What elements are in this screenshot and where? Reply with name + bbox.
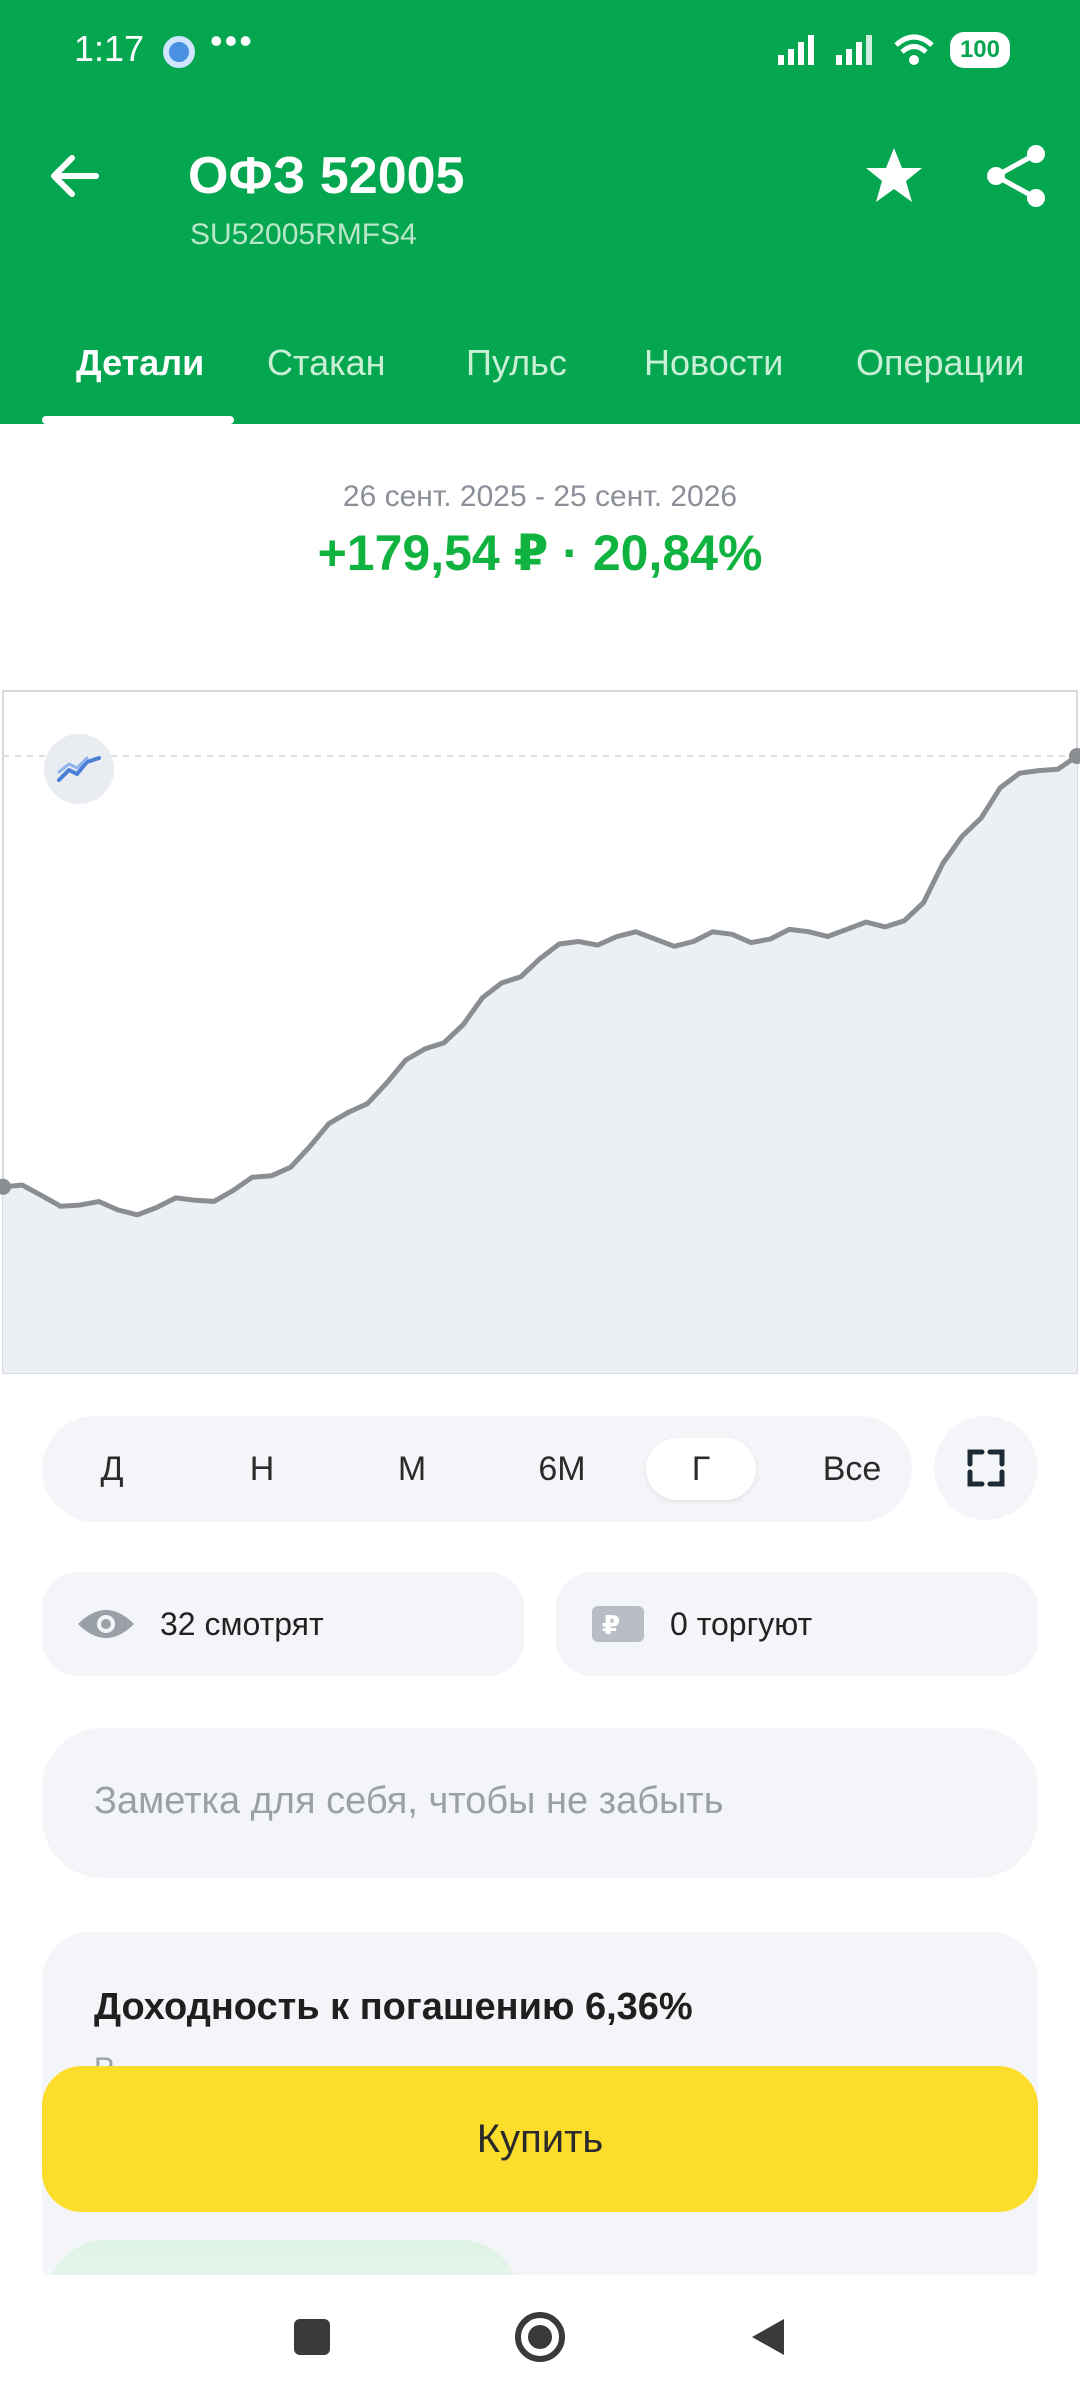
note-placeholder: Заметка для себя, чтобы не забыть: [94, 1780, 724, 1822]
more-notifications-icon: •••: [210, 20, 254, 61]
expand-icon: [967, 1449, 1005, 1487]
app-header: 1:17 ••• 100 ОФЗ 52005 SU52005RMFS4 Дета…: [0, 0, 1080, 424]
price-chart[interactable]: [0, 690, 1080, 1375]
line-chart-icon: [57, 756, 101, 782]
share-button[interactable]: [980, 140, 1052, 212]
signal-icon: [777, 35, 814, 65]
battery-indicator: 100: [949, 32, 1010, 68]
isin-code: SU52005RMFS4: [190, 218, 417, 251]
range-selector: Д Н М 6М Г Все: [42, 1416, 912, 1522]
notification-icon: [163, 36, 195, 68]
range-year[interactable]: Г: [646, 1438, 756, 1500]
tab-pulse[interactable]: Пульс: [466, 342, 567, 384]
system-navigation-bar: [0, 2275, 1080, 2400]
tab-news[interactable]: Новости: [644, 342, 783, 384]
chart-type-button[interactable]: [44, 734, 114, 804]
yield-title: Доходность к погашению 6,36%: [94, 1986, 693, 2028]
back-nav-button[interactable]: [736, 2305, 800, 2369]
range-week[interactable]: Н: [212, 1438, 312, 1500]
tab-orderbook[interactable]: Стакан: [267, 342, 386, 384]
svg-text:₽: ₽: [602, 1611, 620, 1641]
status-bar: 1:17 ••• 100: [0, 0, 1080, 100]
price-change: +179,54 ₽ · 20,84%: [317, 525, 763, 581]
top-bar: ОФЗ 52005 SU52005RMFS4: [0, 120, 1080, 260]
range-month[interactable]: М: [362, 1438, 462, 1500]
trading-count[interactable]: ₽ 0 торгуют: [556, 1572, 1038, 1676]
status-time: 1:17: [74, 28, 145, 69]
watching-label: 32 смотрят: [160, 1605, 324, 1642]
star-icon: [866, 148, 922, 202]
range-all[interactable]: Все: [802, 1438, 902, 1500]
signal-icon: [835, 35, 872, 65]
buy-button[interactable]: Купить: [42, 2066, 1038, 2212]
period-label: 26 сент. 2025 - 25 сент. 2026: [342, 480, 738, 513]
triangle-back-icon: [752, 2319, 784, 2355]
ruble-card-icon: ₽: [592, 1606, 644, 1642]
range-6-months[interactable]: 6М: [512, 1438, 612, 1500]
tab-bar: Детали Стакан Пульс Новости Операции: [0, 320, 1080, 424]
tab-operations[interactable]: Операции: [856, 342, 1024, 384]
share-icon: [987, 145, 1045, 207]
page-title: ОФЗ 52005: [188, 147, 465, 205]
trading-label: 0 торгуют: [670, 1605, 813, 1642]
fullscreen-chart-button[interactable]: [934, 1416, 1038, 1520]
personal-note-field[interactable]: Заметка для себя, чтобы не забыть: [42, 1728, 1038, 1878]
home-button[interactable]: [508, 2305, 572, 2369]
range-day[interactable]: Д: [62, 1438, 162, 1500]
status-icons: 100: [776, 30, 1010, 70]
active-tab-indicator: [42, 416, 234, 424]
watching-count[interactable]: 32 смотрят: [42, 1572, 524, 1676]
circle-icon: [515, 2312, 565, 2362]
recents-button[interactable]: [280, 2305, 344, 2369]
tab-details[interactable]: Детали: [76, 342, 204, 384]
arrow-left-icon: [51, 155, 99, 197]
wifi-icon: [894, 34, 934, 65]
back-button[interactable]: [40, 140, 112, 212]
eye-icon: [78, 1610, 134, 1638]
favorite-button[interactable]: [858, 140, 930, 212]
square-icon: [294, 2319, 330, 2355]
